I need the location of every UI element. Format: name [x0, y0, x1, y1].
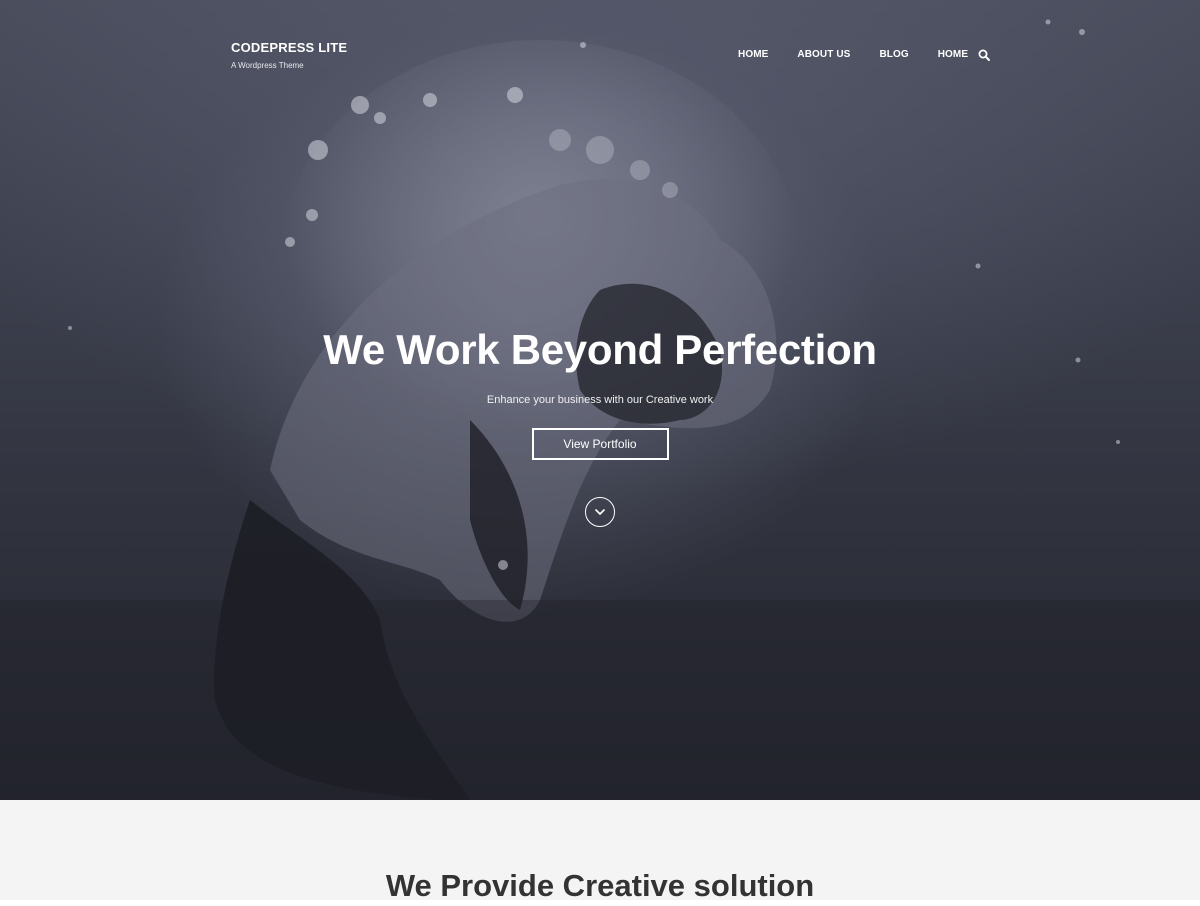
nav-item-blog[interactable]: BLOG: [879, 49, 908, 60]
nav-item-home[interactable]: HOME: [738, 49, 768, 60]
hero-title: We Work Beyond Perfection: [323, 326, 877, 373]
site-title-link[interactable]: CODEPRESS LITE: [231, 40, 347, 55]
main-navigation: HOME ABOUT US BLOG HOME: [738, 48, 991, 61]
hero-content: We Work Beyond Perfection Enhance your b…: [0, 322, 1200, 460]
section-title: We Provide Creative solution: [385, 868, 815, 903]
view-portfolio-button[interactable]: View Portfolio: [531, 428, 669, 460]
chevron-down-icon: [595, 509, 605, 515]
hero-subtitle: Enhance your business with our Creative …: [486, 394, 714, 406]
nav-item-about-us[interactable]: ABOUT US: [797, 49, 850, 60]
site-branding: CODEPRESS LITE A Wordpress Theme: [231, 40, 347, 70]
scroll-down-button[interactable]: [585, 497, 615, 527]
services-section: We Provide Creative solution: [0, 800, 1200, 903]
search-icon[interactable]: [978, 48, 991, 61]
hero-section: CODEPRESS LITE A Wordpress Theme HOME AB…: [0, 0, 1200, 800]
nav-item-home-secondary[interactable]: HOME: [938, 49, 968, 60]
site-tagline: A Wordpress Theme: [231, 61, 304, 70]
